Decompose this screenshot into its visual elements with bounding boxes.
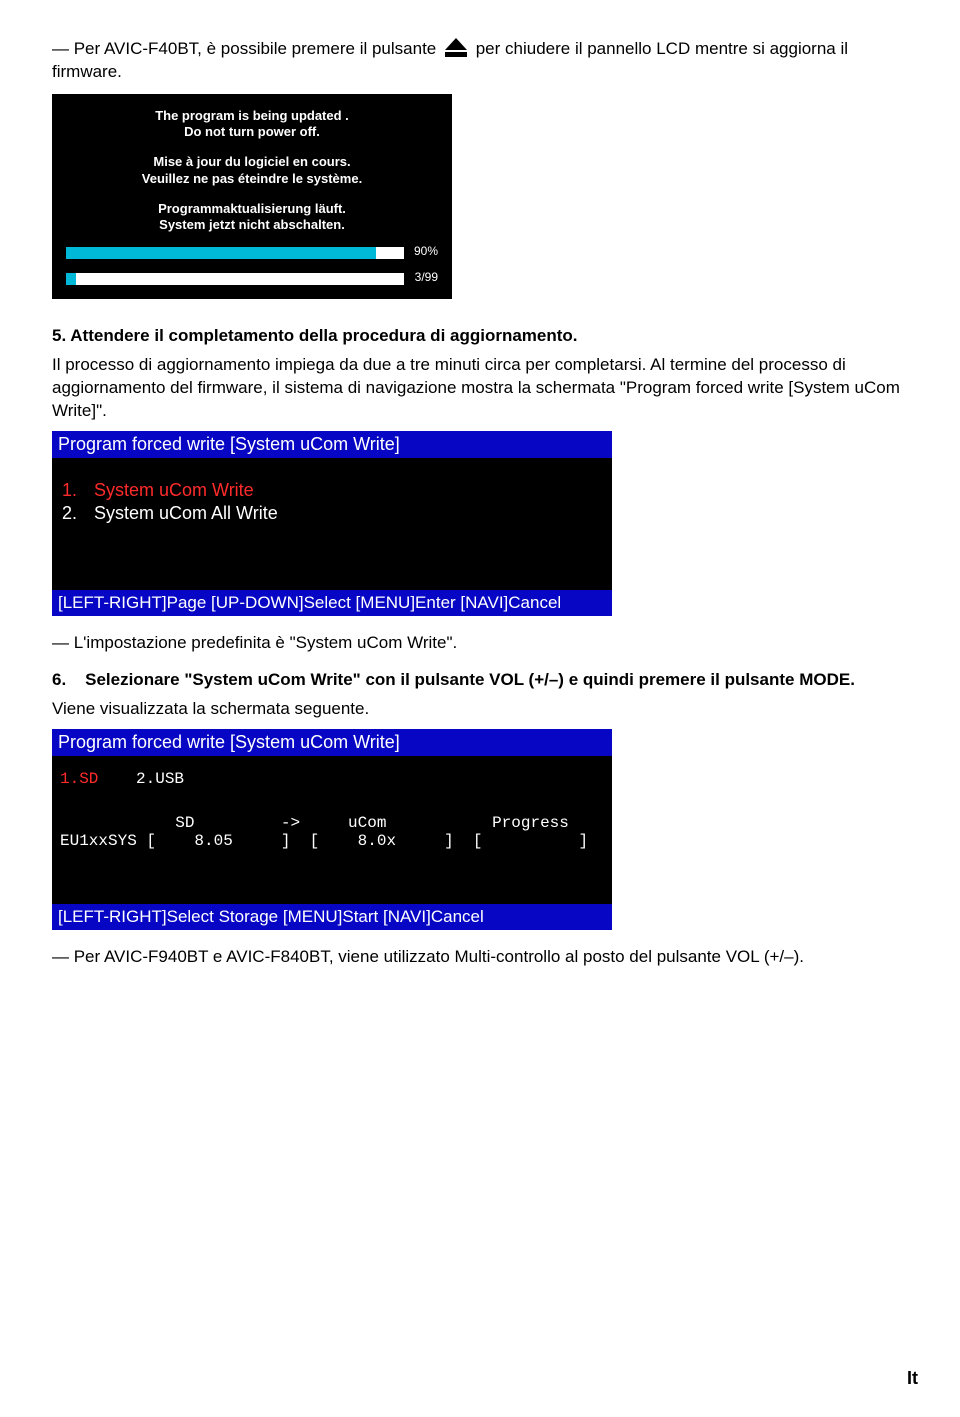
screen3-data-row: EU1xxSYS [ 8.05 ] [ 8.0x ] [ ] bbox=[60, 832, 604, 850]
msg-fr-1: Mise à jour du logiciel en cours. bbox=[60, 154, 444, 170]
msg-de: Programmaktualisierung läuft. System jet… bbox=[60, 201, 444, 234]
msg-en-2: Do not turn power off. bbox=[60, 124, 444, 140]
multi-control-note: — Per AVIC-F940BT e AVIC-F840BT, viene u… bbox=[52, 946, 908, 969]
step-6: 6. Selezionare "System uCom Write" con i… bbox=[52, 669, 908, 721]
eject-icon bbox=[443, 38, 469, 58]
screen3-footer: [LEFT-RIGHT]Select Storage [MENU]Start [… bbox=[52, 904, 612, 930]
msg-de-2: System jetzt nicht abschalten. bbox=[60, 217, 444, 233]
intro-before: — Per AVIC-F40BT, è possibile premere il… bbox=[52, 39, 436, 58]
msg-en-1: The program is being updated . bbox=[60, 108, 444, 124]
msg-de-1: Programmaktualisierung läuft. bbox=[60, 201, 444, 217]
storage-sd: 1.SD bbox=[60, 770, 98, 788]
menu-item-2-text: System uCom All Write bbox=[94, 503, 278, 524]
msg-fr-2: Veuillez ne pas éteindre le système. bbox=[60, 171, 444, 187]
progress-bar-1-label: 90% bbox=[414, 244, 438, 258]
update-progress-screenshot: The program is being updated . Do not tu… bbox=[52, 94, 452, 300]
step-5-body: Il processo di aggiornamento impiega da … bbox=[52, 354, 908, 423]
step-6-num: 6. bbox=[52, 670, 66, 689]
menu-item-2: 2. System uCom All Write bbox=[62, 503, 602, 524]
screen2-footer: [LEFT-RIGHT]Page [UP-DOWN]Select [MENU]E… bbox=[52, 590, 612, 616]
step-6-bold: Selezionare "System uCom Write" con il p… bbox=[85, 670, 855, 689]
msg-en: The program is being updated . Do not tu… bbox=[60, 108, 444, 141]
menu-item-1: 1. System uCom Write bbox=[62, 480, 602, 501]
msg-fr: Mise à jour du logiciel en cours. Veuill… bbox=[60, 154, 444, 187]
screen3-col-head: SD -> uCom Progress bbox=[60, 814, 604, 832]
intro-paragraph: — Per AVIC-F40BT, è possibile premere il… bbox=[52, 38, 908, 84]
default-setting-note: — L'impostazione predefinita è "System u… bbox=[52, 632, 908, 655]
forced-write-menu-screenshot: Program forced write [System uCom Write]… bbox=[52, 431, 612, 616]
progress-bar-2-label: 3/99 bbox=[415, 270, 438, 284]
menu-item-1-text: System uCom Write bbox=[94, 480, 254, 501]
screen3-title: Program forced write [System uCom Write] bbox=[52, 729, 612, 756]
step-6-after: Viene visualizzata la schermata seguente… bbox=[52, 698, 908, 721]
page-language-indicator: It bbox=[907, 1368, 918, 1389]
screen2-title: Program forced write [System uCom Write] bbox=[52, 431, 612, 458]
menu-item-2-num: 2. bbox=[62, 503, 94, 524]
step-5-heading: 5. Attendere il completamento della proc… bbox=[52, 325, 908, 348]
storage-choices: 1.SD 2.USB bbox=[60, 770, 604, 788]
progress-bar-2: 3/99 bbox=[60, 273, 444, 287]
menu-item-1-num: 1. bbox=[62, 480, 94, 501]
forced-write-storage-screenshot: Program forced write [System uCom Write]… bbox=[52, 729, 612, 930]
progress-bar-1: 90% bbox=[60, 247, 444, 261]
storage-usb: 2.USB bbox=[136, 770, 184, 788]
